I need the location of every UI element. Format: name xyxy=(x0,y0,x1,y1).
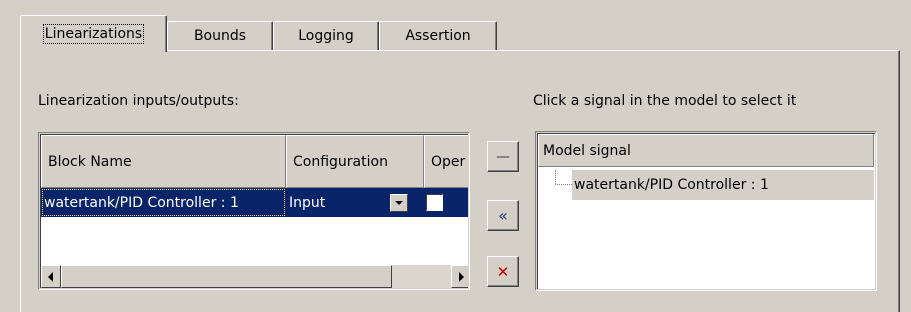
tree-connector xyxy=(555,184,572,185)
remove-button[interactable]: — xyxy=(487,141,519,172)
tab-label: Assertion xyxy=(405,28,471,44)
add-signal-button[interactable]: « xyxy=(487,200,519,231)
model-signal-header-label: Model signal xyxy=(543,142,631,159)
column-header-configuration[interactable]: Configuration xyxy=(286,135,424,188)
select-signal-hint: Click a signal in the model to select it xyxy=(533,93,797,109)
tab-label: Logging xyxy=(298,28,354,44)
column-header-label: Configuration xyxy=(293,153,388,170)
tab-linearizations[interactable]: Linearizations xyxy=(20,15,167,52)
delete-icon: ✕ xyxy=(496,262,510,281)
add-icon: « xyxy=(498,206,508,225)
delete-button[interactable]: ✕ xyxy=(487,256,519,287)
model-signal-header[interactable]: Model signal xyxy=(538,134,874,167)
tree-item-label: watertank/PID Controller : 1 xyxy=(574,177,769,193)
model-signal-tree: Model signal watertank/PID Controller : … xyxy=(535,131,877,291)
configuration-dropdown[interactable]: Input xyxy=(286,188,424,217)
scroll-left-icon[interactable] xyxy=(41,265,61,288)
tree-item[interactable]: watertank/PID Controller : 1 xyxy=(572,170,874,200)
column-header-label: Oper xyxy=(431,153,466,170)
scroll-right-icon[interactable] xyxy=(451,265,468,288)
open-loop-cell xyxy=(424,188,468,217)
horizontal-scrollbar[interactable] xyxy=(41,265,468,288)
table-row[interactable]: watertank/PID Controller : 1 Input xyxy=(41,188,468,217)
column-header-open-loop[interactable]: Oper xyxy=(424,135,468,188)
linearization-io-label: Linearization inputs/outputs: xyxy=(38,93,239,109)
remove-icon: — xyxy=(496,148,510,165)
tab-bounds[interactable]: Bounds xyxy=(167,21,273,50)
tab-assertion[interactable]: Assertion xyxy=(379,21,497,50)
block-name-text: watertank/PID Controller : 1 xyxy=(44,194,239,211)
column-header-block-name[interactable]: Block Name xyxy=(41,135,286,188)
tree-connector xyxy=(555,170,556,184)
open-loop-checkbox[interactable] xyxy=(426,194,443,211)
tab-label: Linearizations xyxy=(42,24,145,44)
tab-label: Bounds xyxy=(193,28,247,44)
tab-logging[interactable]: Logging xyxy=(273,21,379,50)
column-header-label: Block Name xyxy=(48,153,132,170)
block-name-cell[interactable]: watertank/PID Controller : 1 xyxy=(41,188,286,217)
scrollbar-thumb[interactable] xyxy=(61,265,392,288)
configuration-value: Input xyxy=(289,194,326,211)
linearization-table: Block Name Configuration Oper watertank/… xyxy=(38,132,470,290)
dropdown-arrow-icon[interactable] xyxy=(390,194,408,212)
